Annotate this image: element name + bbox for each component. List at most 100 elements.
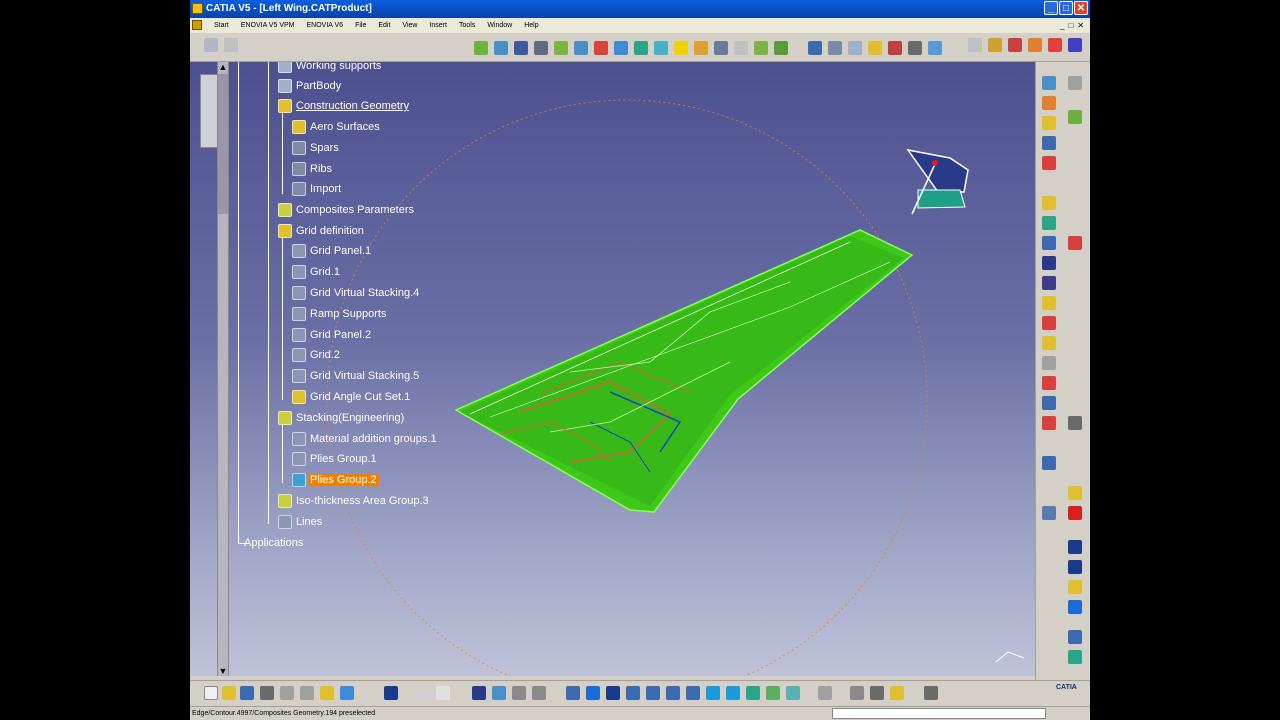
grid-view-icon[interactable] [1042, 506, 1056, 520]
normal-view-icon[interactable] [686, 686, 700, 700]
join-icon[interactable] [1042, 136, 1056, 150]
rotate-view-icon[interactable] [606, 686, 620, 700]
plane-icon[interactable] [1042, 96, 1056, 110]
catalog-icon[interactable] [1008, 38, 1022, 52]
publication-icon[interactable] [1068, 630, 1082, 644]
compass-icon[interactable] [224, 38, 238, 52]
stacking-icon[interactable] [514, 41, 528, 55]
law-icon[interactable] [1068, 650, 1082, 664]
menu-enovia-v6[interactable]: ENOVIA V6 [300, 18, 349, 33]
print-icon[interactable] [260, 686, 274, 700]
circle-icon[interactable] [1068, 600, 1082, 614]
project-icon[interactable] [1042, 336, 1056, 350]
tree-node[interactable]: Grid.2 [292, 347, 342, 363]
boundary-icon[interactable] [1042, 236, 1056, 250]
tree-node[interactable]: Lines [278, 514, 324, 530]
tree-node[interactable]: Import [292, 181, 343, 197]
tree-node[interactable]: Ribs [292, 161, 334, 177]
contour-icon[interactable] [714, 41, 728, 55]
point-icon[interactable] [1042, 256, 1056, 270]
arrow-icon[interactable] [734, 41, 748, 55]
structure-icon[interactable] [492, 686, 506, 700]
parallel-icon[interactable] [1042, 356, 1056, 370]
open-icon[interactable] [222, 686, 236, 700]
tree-node[interactable]: Construction Geometry [278, 98, 411, 114]
grid-icon[interactable] [614, 41, 628, 55]
tree-node[interactable]: Spars [292, 140, 341, 156]
symmetry-icon[interactable] [1042, 416, 1056, 430]
hide-show-icon[interactable] [766, 686, 780, 700]
tree-node[interactable]: Grid Panel.1 [292, 243, 373, 259]
sketch-icon[interactable] [1042, 76, 1056, 90]
producibility-icon[interactable] [848, 41, 862, 55]
axis-icon[interactable] [1042, 456, 1056, 470]
lamp-icon[interactable] [890, 686, 904, 700]
line-icon[interactable] [1042, 276, 1056, 290]
select-icon[interactable] [204, 38, 218, 52]
tree-node[interactable]: Applications [242, 535, 305, 551]
formula-icon[interactable] [416, 686, 430, 700]
tree-node[interactable]: Grid Virtual Stacking.4 [292, 285, 421, 301]
tree-node[interactable]: Plies Group.1 [292, 451, 379, 467]
tree-node[interactable]: Ramp Supports [292, 306, 388, 322]
command-input[interactable] [832, 708, 1046, 719]
spline-icon[interactable] [1068, 110, 1082, 124]
offset-icon[interactable] [1042, 296, 1056, 310]
fly-icon[interactable] [532, 686, 546, 700]
swap-icon[interactable] [786, 686, 800, 700]
intersect-icon[interactable] [1042, 316, 1056, 330]
core-icon[interactable] [534, 41, 548, 55]
ply-group-icon[interactable] [494, 41, 508, 55]
extrude-icon[interactable] [1042, 116, 1056, 130]
section-icon[interactable] [908, 41, 922, 55]
tree-node[interactable]: Working supports [278, 62, 383, 74]
snap-icon[interactable] [1068, 76, 1082, 90]
lightning-icon[interactable] [674, 41, 688, 55]
menu-tools[interactable]: Tools [453, 18, 481, 33]
3d-viewport[interactable]: ▲ ▼ Working supports PartBody Constructi… [190, 62, 1035, 676]
tree-node[interactable]: PartBody [278, 78, 343, 94]
translate-icon[interactable] [1042, 396, 1056, 410]
dimension-icon[interactable] [1068, 486, 1082, 500]
menu-file[interactable]: File [349, 18, 372, 33]
render-icon[interactable] [1028, 38, 1042, 52]
menu-view[interactable]: View [396, 18, 423, 33]
tree-node[interactable]: Grid Virtual Stacking.5 [292, 368, 421, 384]
tree-node[interactable]: Grid Angle Cut Set.1 [292, 389, 412, 405]
comment-icon[interactable] [436, 686, 450, 700]
ply-icon[interactable] [474, 41, 488, 55]
settings-icon[interactable] [924, 686, 938, 700]
minimize-button[interactable]: _ [1044, 1, 1058, 15]
sections-icon[interactable] [870, 686, 884, 700]
multi-view-icon[interactable] [726, 686, 740, 700]
curve-icon[interactable] [1068, 236, 1082, 250]
catalog-browser-icon[interactable] [818, 686, 832, 700]
menu-enovia-v5-vpm[interactable]: ENOVIA V5 VPM [235, 18, 301, 33]
solid-icon[interactable] [694, 41, 708, 55]
point-small-icon[interactable] [1068, 540, 1082, 554]
fillet-icon[interactable] [1042, 376, 1056, 390]
zoom-in-icon[interactable] [646, 686, 660, 700]
tree-node[interactable]: Material addition groups.1 [292, 431, 439, 447]
tree-node[interactable]: Iso-thickness Area Group.3 [278, 493, 431, 509]
tree-node[interactable]: Grid definition [278, 223, 366, 239]
numbering-icon[interactable] [928, 41, 942, 55]
views-icon[interactable] [706, 686, 720, 700]
zone-icon[interactable] [554, 41, 568, 55]
tree-node[interactable]: Composites Parameters [278, 202, 416, 218]
analysis-icon[interactable] [868, 41, 882, 55]
pan-icon[interactable] [586, 686, 600, 700]
menu-edit[interactable]: Edit [372, 18, 396, 33]
rotate-icon[interactable] [1068, 38, 1082, 52]
split-icon[interactable] [1042, 156, 1056, 170]
tree-node-selected[interactable]: Plies Group.2 [292, 472, 379, 488]
table-icon[interactable] [808, 41, 822, 55]
menu-start[interactable]: Start [208, 18, 235, 33]
tree-node[interactable]: Grid.1 [292, 264, 342, 280]
flatten-icon[interactable] [754, 41, 768, 55]
close-button[interactable]: ✕ [1074, 1, 1088, 15]
scan-icon[interactable] [512, 686, 526, 700]
export-icon[interactable] [828, 41, 842, 55]
new-icon[interactable] [204, 686, 218, 700]
menu-help[interactable]: Help [518, 18, 544, 33]
